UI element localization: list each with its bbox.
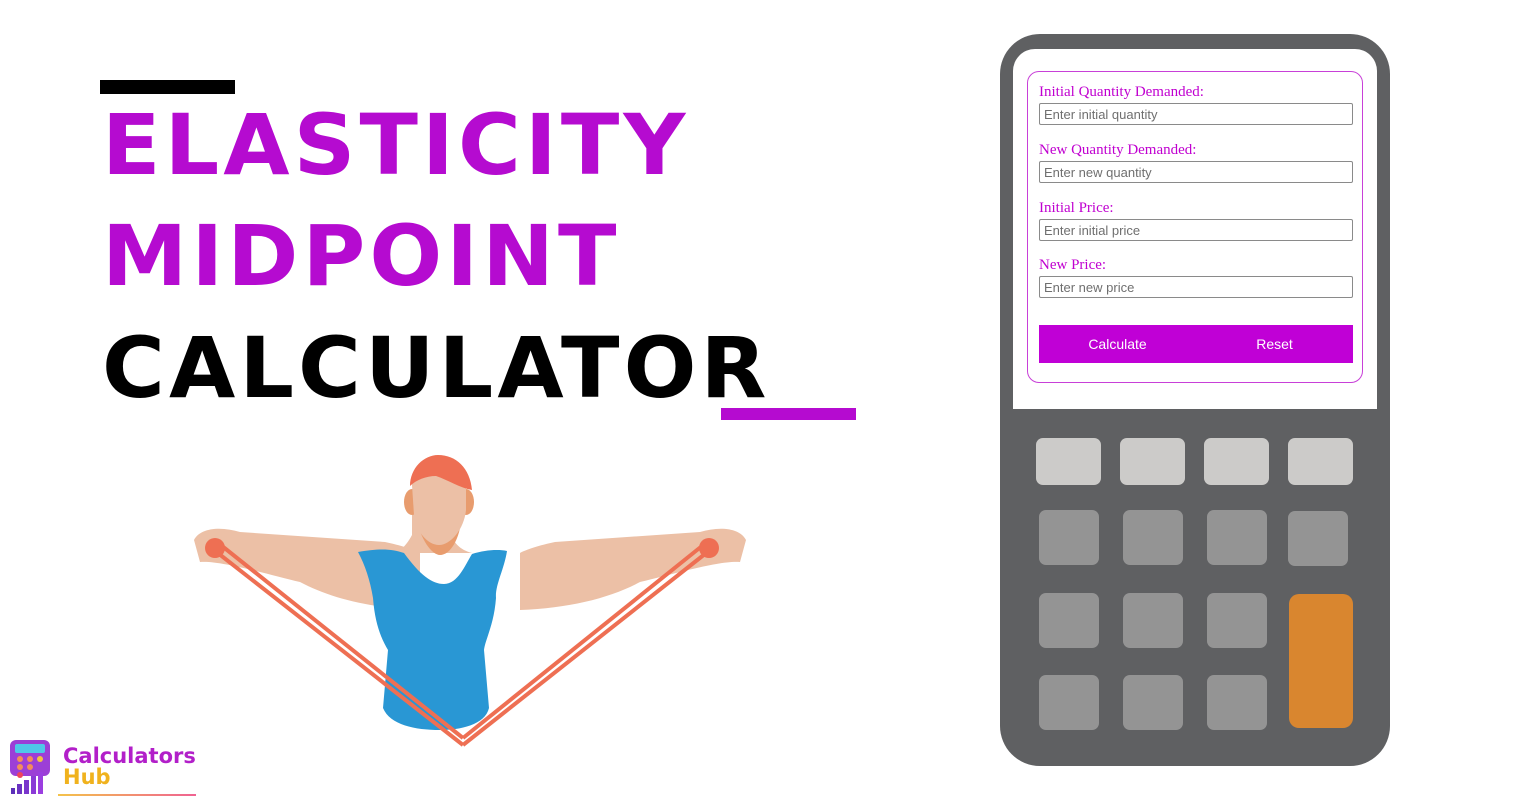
calc-key xyxy=(1120,438,1185,485)
title-decor-bar-bottom xyxy=(721,408,856,420)
reset-button[interactable]: Reset xyxy=(1196,325,1353,363)
title-decor-bar-top xyxy=(100,80,235,94)
person-stretching-band-illustration xyxy=(194,455,746,747)
calc-key xyxy=(1204,438,1269,485)
band-handle-right xyxy=(699,538,719,558)
logo-text-hub: Hub xyxy=(63,765,111,789)
new-price-input[interactable] xyxy=(1039,276,1353,298)
calc-key xyxy=(1039,510,1099,565)
calc-key xyxy=(1039,593,1099,648)
calc-key xyxy=(1123,593,1183,648)
new-quantity-input[interactable] xyxy=(1039,161,1353,183)
initial-price-input[interactable] xyxy=(1039,219,1353,241)
initial-quantity-label: Initial Quantity Demanded: xyxy=(1039,84,1204,100)
new-quantity-label: New Quantity Demanded: xyxy=(1039,142,1197,158)
calc-key xyxy=(1207,675,1267,730)
calculators-hub-logo[interactable]: Calculators Hub xyxy=(6,738,206,798)
calc-key xyxy=(1123,675,1183,730)
calculate-button[interactable]: Calculate xyxy=(1039,325,1196,363)
logo-text-calculators: Calculators xyxy=(63,744,196,768)
calc-key xyxy=(1039,675,1099,730)
shirt xyxy=(358,549,507,730)
calc-key-equals xyxy=(1289,594,1353,728)
logo-calculator-icon xyxy=(10,740,50,794)
calc-key xyxy=(1123,510,1183,565)
initial-quantity-input[interactable] xyxy=(1039,103,1353,125)
calc-key xyxy=(1207,510,1267,565)
title-line-elasticity: ELASTICITY xyxy=(102,96,690,194)
calc-key xyxy=(1288,511,1348,566)
button-row: Calculate Reset xyxy=(1039,325,1353,363)
title-line-midpoint: MIDPOINT xyxy=(102,207,621,305)
logo-underline xyxy=(58,794,196,796)
initial-price-label: Initial Price: xyxy=(1039,200,1114,216)
calc-key xyxy=(1036,438,1101,485)
title-line-calculator: CALCULATOR xyxy=(102,319,771,417)
calc-key xyxy=(1288,438,1353,485)
calc-key xyxy=(1207,593,1267,648)
elasticity-form: Initial Quantity Demanded: New Quantity … xyxy=(1027,71,1363,383)
new-price-label: New Price: xyxy=(1039,257,1107,273)
band-handle-left xyxy=(205,538,225,558)
